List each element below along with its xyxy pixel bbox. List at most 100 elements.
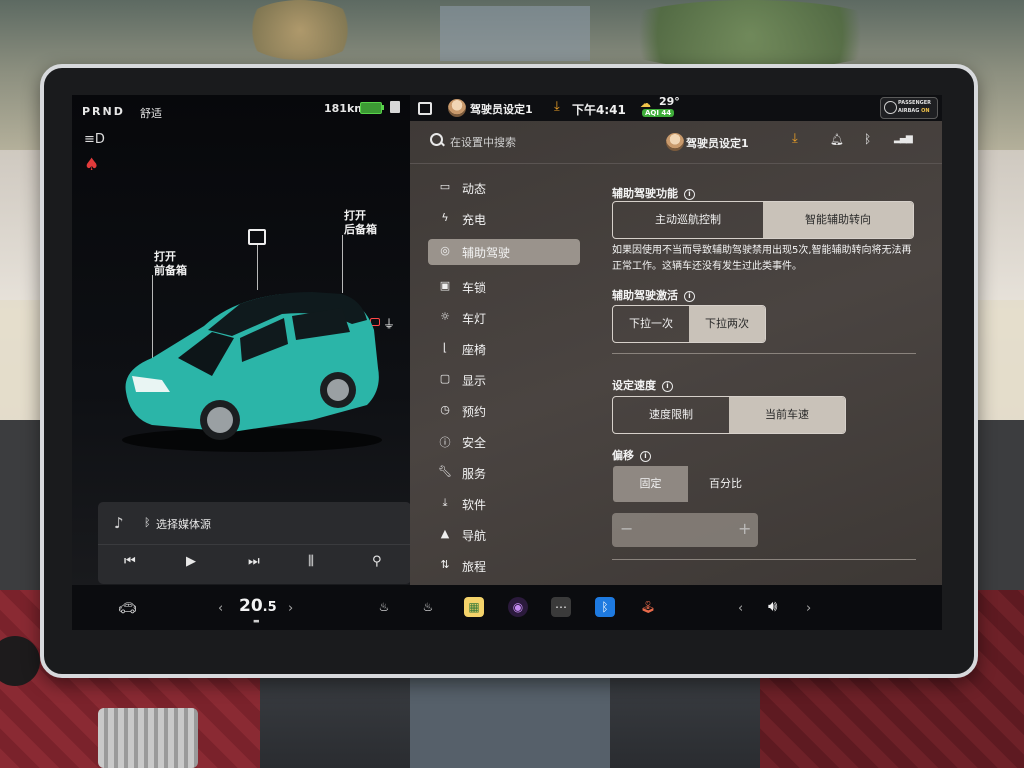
phone-key-icon xyxy=(390,101,400,113)
decrease-button[interactable]: − xyxy=(620,519,633,538)
set-speed-title: 设定速度 i xyxy=(612,377,673,393)
equalizer-icon[interactable]: ⫼ xyxy=(308,554,314,569)
menu-item-dynamics[interactable]: ▭ 动态 xyxy=(428,175,580,201)
profile-avatar[interactable] xyxy=(666,133,684,151)
unlock-icon[interactable] xyxy=(248,229,266,245)
aqi-badge: AQI 44 xyxy=(642,109,675,117)
download-icon[interactable]: ⤓ xyxy=(554,99,560,114)
airbag-state: ON xyxy=(921,108,930,114)
media-search-icon[interactable]: ⚲ xyxy=(372,554,382,569)
settings-header: 驾驶员设定1 ⤓ 🔔︎ ᛒ ▂▄▆ xyxy=(410,121,942,164)
menu-item-seats[interactable]: ⌊ 座椅 xyxy=(428,336,580,362)
pull-once-option[interactable]: 下拉一次 xyxy=(613,306,689,342)
pedal xyxy=(98,708,198,768)
bell-icon[interactable]: 🔔︎ xyxy=(830,133,844,146)
temp-up-arrow[interactable]: › xyxy=(288,601,293,616)
media-source-row[interactable]: ♪ ᛒ 选择媒体源 xyxy=(98,502,411,545)
camera-app-icon[interactable]: ◉ xyxy=(508,597,528,617)
drive-mode[interactable]: 舒适 xyxy=(140,105,162,121)
download-icon: ⤓ xyxy=(442,496,448,509)
traffic-aware-cruise-option[interactable]: 主动巡航控制 xyxy=(613,202,763,238)
rear-defrost-icon[interactable]: ♨ xyxy=(418,597,438,617)
profile-avatar[interactable] xyxy=(448,99,466,117)
music-note-icon: ♪ xyxy=(114,514,124,532)
app-launcher-icon[interactable]: ▦ xyxy=(464,597,484,617)
info-icon[interactable]: i xyxy=(662,381,673,392)
menu-item-locks[interactable]: ▣ 车锁 xyxy=(428,274,580,300)
fixed-offset-option[interactable]: 固定 xyxy=(613,466,688,502)
percent-offset-option[interactable]: 百分比 xyxy=(688,466,763,502)
menu-item-schedule[interactable]: ◷ 预约 xyxy=(428,398,580,424)
front-defrost-icon[interactable]: ♨ xyxy=(374,597,394,617)
menu-item-lights[interactable]: ☼ 车灯 xyxy=(428,305,580,331)
previous-track-icon[interactable]: ⏮ xyxy=(124,554,136,569)
cabin-temperature[interactable]: 20.5 xyxy=(239,596,277,616)
volume-up-arrow[interactable]: › xyxy=(806,601,811,616)
info-icon[interactable]: i xyxy=(684,189,695,200)
download-icon[interactable]: ⤓ xyxy=(792,131,798,146)
play-icon[interactable]: ▶ xyxy=(186,554,196,569)
autosteer-option[interactable]: 智能辅助转向 xyxy=(763,202,913,238)
trunk-open-button[interactable]: 打开 后备箱 xyxy=(344,209,377,237)
menu-item-display[interactable]: ▢ 显示 xyxy=(428,367,580,393)
climate-icon: ▬ xyxy=(253,617,260,625)
battery-icon xyxy=(360,102,382,114)
car-icon: ▭ xyxy=(439,180,451,193)
next-track-icon[interactable]: ⏭ xyxy=(248,554,260,569)
more-apps-icon[interactable]: ⋯ xyxy=(551,597,571,617)
offset-selector: 固定 百分比 xyxy=(612,465,764,503)
signal-icon: ▂▄▆ xyxy=(894,134,913,144)
menu-item-trips[interactable]: ⇅ 旅程 xyxy=(428,553,580,579)
pull-twice-option[interactable]: 下拉两次 xyxy=(689,306,765,342)
driver-profile-label[interactable]: 驾驶员设定1 xyxy=(470,101,533,117)
top-status-bar: 驾驶员设定1 ⤓ 下午4:41 ☁ 29° AQI 44 PASSENGER A… xyxy=(410,95,942,121)
driver-profile-label[interactable]: 驾驶员设定1 xyxy=(686,135,749,151)
navigation-icon: ▲ xyxy=(440,527,450,540)
tree xyxy=(240,0,360,60)
volume-down-arrow[interactable]: ‹ xyxy=(738,601,743,616)
autopilot-feature-selector: 主动巡航控制 智能辅助转向 xyxy=(612,201,914,239)
seat-icon: ⌊ xyxy=(442,341,448,354)
set-speed-selector: 速度限制 当前车速 xyxy=(612,396,846,434)
info-icon[interactable]: i xyxy=(640,451,651,462)
volume-icon[interactable]: 🔊︎ xyxy=(768,597,777,615)
menu-item-safety[interactable]: ⓘ 安全 xyxy=(428,429,580,455)
menu-item-charging[interactable]: ϟ 充电 xyxy=(428,206,580,232)
bluetooth-icon[interactable]: ᛒ xyxy=(864,132,871,146)
current-speed-option[interactable]: 当前车速 xyxy=(729,397,845,433)
bluetooth-app-icon[interactable]: ᛒ xyxy=(595,597,615,617)
frunk-label-2: 前备箱 xyxy=(154,264,187,277)
offset-stepper: − + xyxy=(612,513,758,547)
menu-item-navigation[interactable]: ▲ 导航 xyxy=(428,522,580,548)
settings-search-input[interactable] xyxy=(450,133,590,151)
temp-down-arrow[interactable]: ‹ xyxy=(218,601,223,616)
safety-icon: ⓘ xyxy=(439,436,451,449)
offset-title: 偏移 i xyxy=(612,447,651,463)
battery-cap xyxy=(382,105,384,110)
menu-item-software[interactable]: ⤓ 软件 xyxy=(428,491,580,517)
car-shadow xyxy=(122,428,382,452)
gear-indicator[interactable]: PRND xyxy=(82,105,125,118)
settings-panel: 驾驶员设定1 ⤓ 下午4:41 ☁ 29° AQI 44 PASSENGER A… xyxy=(410,95,942,585)
settings-body: 驾驶员设定1 ⤓ 🔔︎ ᛒ ▂▄▆ ▭ 动态 ϟ 充电 ◎ 辅助驾驶 ▣ xyxy=(410,121,942,585)
car-model xyxy=(122,292,382,452)
car-controls-icon[interactable]: 🚗︎ xyxy=(118,599,137,617)
frunk-open-button[interactable]: 打开 前备箱 xyxy=(154,250,187,278)
status-bar: PRND 舒适 181km xyxy=(72,95,412,123)
lock-icon[interactable] xyxy=(418,102,432,115)
speed-limit-option[interactable]: 速度限制 xyxy=(613,397,729,433)
front-rim xyxy=(207,407,233,433)
menu-item-service[interactable]: 🔧︎ 服务 xyxy=(428,460,580,486)
increase-button[interactable]: + xyxy=(738,519,751,538)
section-divider xyxy=(612,353,916,354)
menu-item-autopilot[interactable]: ◎ 辅助驾驶 xyxy=(428,239,580,265)
touchscreen: PRND 舒适 181km ≡D ♠ 打开 前备箱 打开 后备箱 ⏚ ♪ ᛒ 选… xyxy=(72,95,942,630)
info-icon[interactable]: i xyxy=(684,291,695,302)
activation-selector: 下拉一次 下拉两次 xyxy=(612,305,766,343)
alarm-icon: ◷ xyxy=(440,403,450,416)
tree xyxy=(600,0,900,70)
arcade-icon[interactable]: 🕹︎ xyxy=(638,597,658,617)
lock-icon: ▣ xyxy=(439,279,451,292)
autopilot-features-title: 辅助驾驶功能 i xyxy=(612,185,695,201)
autopilot-note: 如果因使用不当而导致辅助驾驶禁用出现5次,智能辅助转向将无法再正常工作。这辆车还… xyxy=(612,245,912,272)
